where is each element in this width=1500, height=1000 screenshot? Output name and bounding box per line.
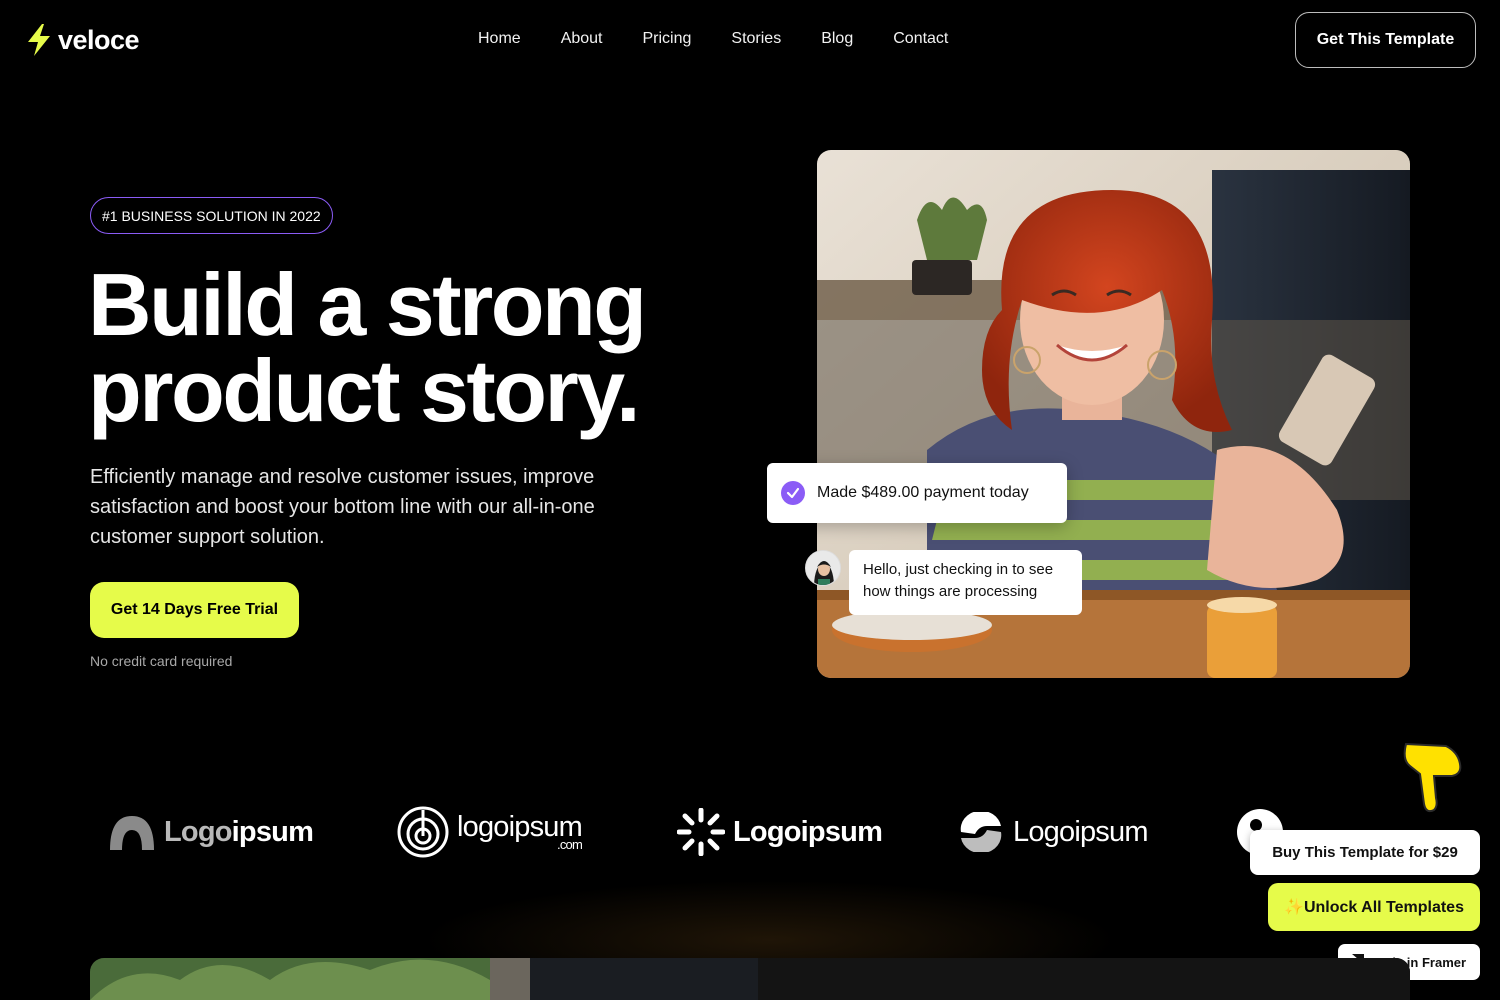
headline-line-2: product story. <box>88 341 641 440</box>
payment-notification: Made $489.00 payment today <box>767 463 1067 523</box>
partner-logo-1: Logoipsum <box>108 814 314 850</box>
feature-preview <box>90 958 1410 1000</box>
brand-name: veloce <box>58 24 140 55</box>
pointing-hand-icon <box>1403 742 1462 813</box>
nav-links: Home About Pricing Stories Blog Contact <box>478 30 988 48</box>
hero-headline: Build a strong product story. <box>88 261 728 435</box>
hero-subtext: Efficiently manage and resolve customer … <box>90 466 595 548</box>
sunburst-icon <box>677 808 725 856</box>
partner-logo-3: Logoipsum <box>677 808 883 856</box>
nav-about[interactable]: About <box>561 30 603 48</box>
nav-pricing[interactable]: Pricing <box>643 30 692 48</box>
hero-badge: #1 BUSINESS SOLUTION IN 2022 <box>90 197 333 234</box>
headline-line-1: Build a strong <box>88 255 647 354</box>
avatar <box>805 550 841 586</box>
nav-stories[interactable]: Stories <box>731 30 781 48</box>
nav-contact[interactable]: Contact <box>893 30 948 48</box>
partner-logo-2: logoipsum .com <box>397 806 583 858</box>
buy-template-button[interactable]: Buy This Template for $29 <box>1250 830 1480 875</box>
chat-message: Hello, just checking in to see how thing… <box>849 550 1082 615</box>
split-circle-icon <box>960 812 1002 852</box>
partner-logo-4: Logoipsum <box>957 812 1148 852</box>
target-icon <box>397 806 449 858</box>
nav-home[interactable]: Home <box>478 30 521 48</box>
top-nav: veloce Home About Pricing Stories Blog C… <box>0 0 1500 80</box>
nav-blog[interactable]: Blog <box>821 30 853 48</box>
payment-text: Made $489.00 payment today <box>817 484 1029 501</box>
brand-logo[interactable]: veloce <box>26 24 140 56</box>
arch-icon <box>110 816 154 850</box>
unlock-templates-button[interactable]: ✨Unlock All Templates <box>1268 883 1480 931</box>
no-credit-card-note: No credit card required <box>90 653 233 669</box>
bolt-icon <box>28 24 50 56</box>
free-trial-button[interactable]: Get 14 Days Free Trial <box>90 582 299 638</box>
get-template-button[interactable]: Get This Template <box>1295 12 1476 68</box>
check-circle-icon <box>781 481 805 505</box>
